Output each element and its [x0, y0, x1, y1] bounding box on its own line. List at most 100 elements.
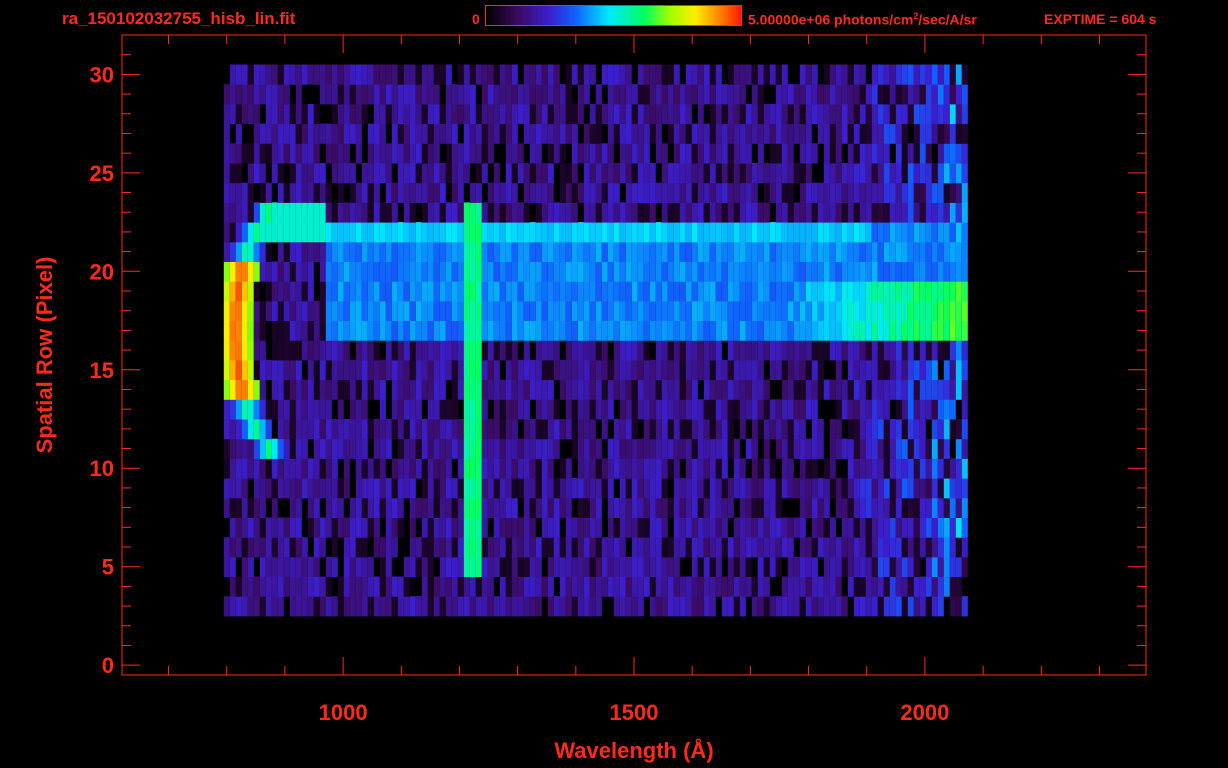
heatmap-cell: [673, 163, 680, 184]
heatmap-cell: [709, 556, 716, 577]
heatmap-cell: [841, 103, 848, 125]
heatmap-cell: [577, 241, 584, 262]
heatmap-cell: [325, 320, 332, 341]
heatmap-cell: [253, 222, 260, 243]
heatmap-cell: [433, 123, 440, 144]
heatmap-cell: [271, 222, 278, 243]
heatmap-cell: [757, 123, 764, 144]
heatmap-cell: [565, 202, 572, 223]
heatmap-cell: [619, 419, 626, 440]
heatmap-cell: [445, 84, 452, 105]
heatmap-cell: [229, 576, 236, 597]
heatmap-cell: [277, 84, 284, 105]
heatmap-cell: [433, 596, 440, 617]
y-tick-label: 15: [90, 358, 114, 383]
heatmap-cell: [223, 182, 230, 203]
heatmap-cell: [571, 281, 578, 302]
heatmap-cell: [787, 399, 794, 420]
heatmap-cell: [493, 103, 500, 125]
heatmap-cell: [235, 241, 242, 262]
heatmap-cell: [331, 379, 338, 400]
heatmap-cell: [823, 576, 830, 597]
heatmap-cell: [589, 182, 596, 203]
heatmap-cell: [643, 202, 650, 223]
heatmap-cell: [805, 359, 812, 381]
heatmap-cell: [265, 300, 272, 321]
heatmap-cell: [907, 241, 914, 262]
heatmap-cell: [361, 478, 368, 499]
heatmap-cell: [409, 556, 416, 577]
heatmap-cell: [889, 596, 896, 617]
heatmap-cell: [589, 419, 596, 440]
heatmap-cell: [733, 300, 740, 321]
heatmap-cell: [769, 320, 776, 341]
heatmap-cell: [583, 143, 590, 164]
heatmap-cell: [745, 300, 752, 321]
heatmap-cell: [751, 517, 758, 538]
heatmap-cell: [331, 497, 338, 518]
heatmap-cell: [439, 222, 446, 243]
heatmap-cell: [643, 222, 650, 243]
heatmap-cell: [553, 359, 560, 381]
heatmap-cell: [511, 359, 518, 381]
heatmap-cell: [409, 64, 416, 85]
heatmap-cell: [871, 163, 878, 184]
heatmap-cell: [913, 300, 920, 321]
heatmap-cell: [475, 399, 482, 420]
heatmap-cell: [415, 103, 422, 125]
heatmap-cell: [679, 478, 686, 499]
heatmap-cell: [283, 261, 290, 282]
heatmap-cell: [943, 419, 950, 440]
heatmap-cell: [667, 320, 674, 341]
heatmap-cell: [487, 202, 494, 223]
heatmap-cell: [499, 84, 506, 105]
heatmap-cell: [331, 261, 338, 282]
heatmap-cell: [229, 596, 236, 617]
heatmap-cell: [469, 222, 476, 243]
heatmap-cell: [715, 340, 722, 361]
heatmap-cell: [367, 84, 374, 105]
heatmap-cell: [313, 379, 320, 400]
heatmap-cell: [913, 458, 920, 479]
heatmap-cell: [487, 84, 494, 105]
heatmap-cell: [463, 478, 470, 499]
heatmap-cell: [601, 64, 608, 85]
heatmap-cell: [733, 399, 740, 420]
heatmap-cell: [511, 261, 518, 282]
heatmap-cell: [925, 84, 932, 105]
heatmap-cell: [691, 340, 698, 361]
heatmap-cell: [727, 84, 734, 105]
heatmap-cell: [877, 556, 884, 577]
heatmap-cell: [685, 458, 692, 479]
heatmap-cell: [961, 222, 968, 243]
heatmap-cell: [763, 163, 770, 184]
heatmap-cell: [757, 596, 764, 617]
heatmap-cell: [295, 281, 302, 302]
heatmap-cell: [823, 182, 830, 203]
heatmap-cell: [907, 497, 914, 518]
heatmap-cell: [493, 300, 500, 321]
heatmap-cell: [907, 182, 914, 203]
heatmap-cell: [493, 537, 500, 558]
heatmap-cell: [259, 123, 266, 144]
heatmap-cell: [361, 438, 368, 459]
heatmap-cell: [229, 143, 236, 164]
heatmap-cell: [787, 359, 794, 381]
heatmap-cell: [601, 163, 608, 184]
heatmap-cell: [901, 517, 908, 538]
heatmap-cell: [709, 182, 716, 203]
heatmap-cell: [631, 438, 638, 459]
heatmap-cell: [499, 320, 506, 341]
heatmap-cell: [445, 497, 452, 518]
heatmap-cell: [439, 438, 446, 459]
heatmap-cell: [259, 478, 266, 499]
heatmap-cell: [595, 320, 602, 341]
heatmap-cell: [223, 359, 230, 381]
heatmap-cell: [223, 458, 230, 479]
heatmap-cell: [505, 202, 512, 223]
heatmap-cell: [799, 517, 806, 538]
heatmap-cell: [955, 438, 962, 459]
heatmap-cell: [895, 438, 902, 459]
heatmap-cell: [949, 123, 956, 144]
heatmap-cell: [427, 379, 434, 400]
